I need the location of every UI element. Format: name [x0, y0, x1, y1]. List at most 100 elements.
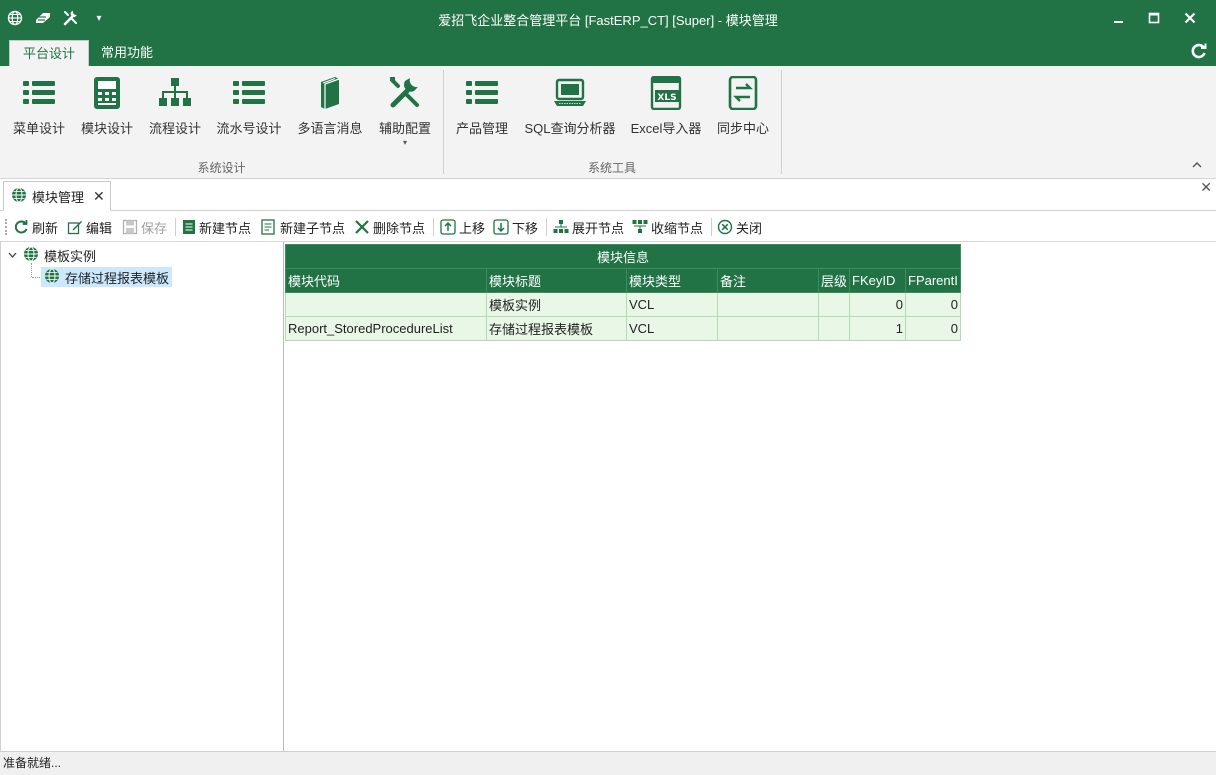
table-cell[interactable]: [285, 292, 487, 317]
module-grid-area: 模块信息 模块代码 模块标题 模块类型 备注 层级 FKeyID FParent…: [284, 242, 1216, 751]
table-cell[interactable]: 0: [905, 316, 962, 341]
window-title: 爱招飞企业整合管理平台 [FastERP_CT] [Super] - 模块管理: [438, 13, 778, 28]
doc-tab-label: 模块管理: [32, 189, 85, 205]
table-cell[interactable]: [817, 316, 851, 341]
product-management-button[interactable]: 产品管理: [453, 74, 511, 144]
table-cell[interactable]: [717, 292, 819, 317]
close-all-tabs-icon[interactable]: ✕: [1200, 179, 1212, 196]
status-text: 准备就绪...: [3, 756, 62, 770]
new-child-node-button[interactable]: 新建子节点: [261, 218, 345, 236]
table-cell[interactable]: [717, 316, 819, 341]
sql-analyzer-button[interactable]: SQL查询分析器: [521, 74, 619, 144]
globe-icon: [23, 246, 39, 265]
globe-icon: [44, 268, 60, 287]
product-management-label: 产品管理: [455, 121, 508, 136]
delete-node-label: 删除节点: [373, 220, 426, 236]
arrow-up-icon: [440, 219, 456, 235]
table-cell[interactable]: 模板实例: [486, 292, 627, 317]
maximize-button[interactable]: [1137, 4, 1171, 32]
table-cell[interactable]: 0: [849, 292, 907, 317]
doc-tab-module-management[interactable]: 模块管理 ✕: [3, 181, 111, 211]
table-cell[interactable]: [817, 292, 851, 317]
group-label-system-tools: 系统工具: [587, 161, 636, 175]
table-cell[interactable]: 存储过程报表模板: [486, 316, 627, 341]
close-window-button[interactable]: [1173, 4, 1207, 32]
dropdown-arrow-icon: ▾: [402, 138, 407, 147]
table-cell[interactable]: Report_StoredProcedureList: [285, 316, 487, 341]
minimize-button[interactable]: [1102, 4, 1136, 32]
toolbar-grip[interactable]: [5, 219, 7, 235]
table-row[interactable]: Report_StoredProcedureList 存储过程报表模板 VCL …: [285, 316, 962, 341]
collapse-ribbon-icon[interactable]: [1192, 160, 1202, 172]
sync-center-label: 同步中心: [716, 121, 769, 136]
tree-node-child[interactable]: 存储过程报表模板: [41, 267, 173, 287]
table-row[interactable]: 模板实例 VCL 0 0: [285, 292, 962, 317]
flow-design-label: 流程设计: [148, 121, 201, 136]
module-tree: 模板实例 存储过程报表模板: [0, 242, 284, 751]
arrow-down-icon: [493, 219, 509, 235]
move-down-button[interactable]: 下移: [493, 218, 538, 236]
table-cell[interactable]: 0: [905, 292, 962, 317]
column-header-remark[interactable]: 备注: [717, 268, 819, 293]
collapse-nodes-label: 收缩节点: [651, 220, 704, 236]
tab-platform-design[interactable]: 平台设计: [9, 40, 90, 66]
column-header-module-code[interactable]: 模块代码: [285, 268, 487, 293]
toolbar-separator: [546, 218, 547, 236]
book-icon: [294, 74, 366, 112]
new-node-label: 新建节点: [199, 220, 252, 236]
tools-icon: [376, 74, 434, 112]
action-toolbar: 刷新 编辑 保存 新建节点 新建子节点 删除节点 上移 下移 展开节点 收缩节点: [0, 211, 1216, 242]
save-button[interactable]: 保存: [122, 218, 167, 236]
module-design-button[interactable]: 模块设计: [78, 74, 136, 144]
edit-icon: [67, 221, 82, 235]
new-child-node-icon: [261, 219, 275, 235]
grid-band-header: 模块信息: [284, 244, 962, 269]
serial-number-design-button[interactable]: 流水号设计: [214, 74, 284, 144]
table-cell[interactable]: VCL: [626, 316, 718, 341]
column-header-module-type[interactable]: 模块类型: [626, 268, 718, 293]
table-cell[interactable]: VCL: [626, 292, 718, 317]
column-header-module-title[interactable]: 模块标题: [486, 268, 627, 293]
new-child-node-label: 新建子节点: [280, 220, 346, 236]
expand-nodes-button[interactable]: 展开节点: [553, 218, 624, 236]
tree-connector: [31, 263, 32, 277]
edit-button[interactable]: 编辑: [67, 218, 112, 236]
multilang-message-label: 多语言消息: [297, 121, 363, 136]
save-label: 保存: [141, 220, 168, 236]
excel-importer-button[interactable]: XLS Excel导入器: [629, 74, 703, 144]
title-bar: ▾ 爱招飞企业整合管理平台 [FastERP_CT] [Super] - 模块管…: [0, 0, 1216, 37]
tree-node-label: 存储过程报表模板: [65, 270, 170, 286]
group-label-system-design: 系统设计: [197, 161, 246, 175]
collapse-tree-icon: [632, 220, 648, 233]
module-design-label: 模块设计: [80, 121, 133, 136]
menu-design-button[interactable]: 菜单设计: [10, 74, 68, 144]
list-icon: [10, 74, 68, 112]
delete-node-button[interactable]: 删除节点: [354, 218, 425, 236]
column-header-fkeyid[interactable]: FKeyID: [849, 268, 907, 293]
column-header-level[interactable]: 层级: [817, 268, 851, 293]
aux-config-button[interactable]: 辅助配置 ▾: [376, 74, 434, 147]
flow-design-button[interactable]: 流程设计: [146, 74, 204, 144]
close-circle-icon: [717, 219, 733, 235]
close-button[interactable]: 关闭: [717, 218, 762, 236]
tree-node-label: 模板实例: [44, 248, 97, 264]
toolbar-separator: [433, 218, 434, 236]
aux-config-label: 辅助配置: [378, 121, 431, 136]
collapse-nodes-button[interactable]: 收缩节点: [632, 218, 703, 236]
table-cell[interactable]: 1: [849, 316, 907, 341]
multilang-message-button[interactable]: 多语言消息: [294, 74, 366, 144]
refresh-button[interactable]: 刷新: [13, 218, 58, 236]
tab-common-functions[interactable]: 常用功能: [88, 40, 166, 66]
svg-text:XLS: XLS: [657, 93, 676, 103]
move-up-button[interactable]: 上移: [440, 218, 485, 236]
hierarchy-icon: [146, 74, 204, 112]
sync-center-button[interactable]: 同步中心: [713, 74, 773, 144]
new-node-button[interactable]: 新建节点: [182, 218, 251, 236]
close-tab-icon[interactable]: ✕: [93, 188, 105, 205]
column-header-fparentid[interactable]: FParentI: [905, 268, 962, 293]
tree-connector: [32, 277, 40, 278]
tree-node-root[interactable]: 模板实例: [8, 245, 96, 265]
ribbon-help-icon[interactable]: [1190, 42, 1208, 60]
refresh-icon: [14, 220, 28, 234]
chevron-down-icon[interactable]: [8, 250, 18, 261]
